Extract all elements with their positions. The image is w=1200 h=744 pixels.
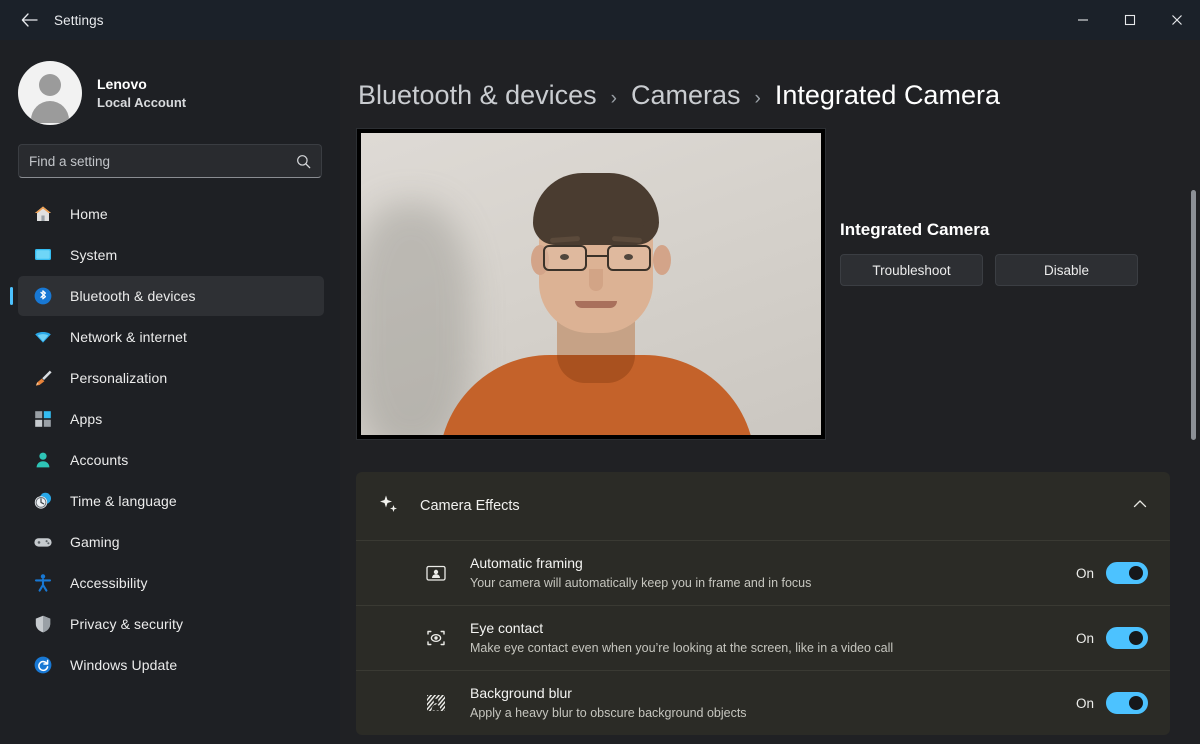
sidebar-item-label: Personalization bbox=[70, 370, 168, 386]
minimize-button[interactable] bbox=[1059, 0, 1106, 40]
sidebar-item-apps[interactable]: Apps bbox=[18, 399, 324, 439]
disable-button[interactable]: Disable bbox=[995, 254, 1138, 286]
back-arrow-icon bbox=[21, 13, 38, 27]
main-scrollbar[interactable] bbox=[1190, 190, 1196, 440]
window-body: Lenovo Local Account Find a setting Home… bbox=[0, 40, 1200, 744]
settings-window: Settings Lenovo Local Account Find a set… bbox=[0, 0, 1200, 744]
bluetooth-icon bbox=[32, 285, 54, 307]
main-content: Bluetooth & devices › Cameras › Integrat… bbox=[340, 40, 1200, 744]
sidebar-item-bluetooth-devices[interactable]: Bluetooth & devices bbox=[10, 276, 324, 316]
breadcrumb-item-cameras[interactable]: Cameras bbox=[631, 80, 741, 111]
breadcrumb: Bluetooth & devices › Cameras › Integrat… bbox=[356, 40, 1200, 111]
camera-effects-header[interactable]: Camera Effects bbox=[356, 472, 1170, 540]
accessibility-icon bbox=[32, 572, 54, 594]
chevron-right-icon: › bbox=[610, 88, 617, 109]
setting-row-eye-contact: Eye contact Make eye contact even when y… bbox=[356, 605, 1170, 670]
setting-row-background-blur: Background blur Apply a heavy blur to ob… bbox=[356, 670, 1170, 735]
automatic-framing-icon bbox=[424, 561, 448, 585]
sidebar-item-accessibility[interactable]: Accessibility bbox=[18, 563, 324, 603]
sidebar-item-time-language[interactable]: Time & language bbox=[18, 481, 324, 521]
brush-icon bbox=[32, 367, 54, 389]
minimize-icon bbox=[1077, 19, 1088, 21]
search-box[interactable] bbox=[18, 144, 322, 178]
automatic-framing-toggle[interactable] bbox=[1106, 562, 1148, 584]
sidebar-item-accounts[interactable]: Accounts bbox=[18, 440, 324, 480]
avatar bbox=[18, 61, 82, 125]
title-bar: Settings bbox=[0, 0, 1200, 40]
apps-icon bbox=[32, 408, 54, 430]
setting-row-automatic-framing: Automatic framing Your camera will autom… bbox=[356, 540, 1170, 605]
account-block[interactable]: Lenovo Local Account bbox=[0, 54, 340, 128]
close-icon bbox=[1171, 15, 1182, 25]
chevron-up-icon[interactable] bbox=[1132, 496, 1148, 517]
chevron-right-icon: › bbox=[754, 88, 761, 109]
close-button[interactable] bbox=[1153, 0, 1200, 40]
sidebar-item-label: Apps bbox=[70, 411, 103, 427]
eye-contact-toggle[interactable] bbox=[1106, 627, 1148, 649]
sidebar-item-label: Gaming bbox=[70, 534, 120, 550]
setting-label: Eye contact bbox=[470, 619, 544, 636]
background-blur-icon bbox=[424, 691, 448, 715]
sidebar-item-privacy-security[interactable]: Privacy & security bbox=[18, 604, 324, 644]
gamepad-icon bbox=[32, 531, 54, 553]
camera-info: Integrated Camera Troubleshoot Disable bbox=[840, 128, 1138, 440]
setting-label: Automatic framing bbox=[470, 554, 583, 571]
preview-row: Integrated Camera Troubleshoot Disable bbox=[356, 128, 1200, 440]
sidebar-nav: Home System Bluetooth & devices Network … bbox=[0, 194, 340, 685]
device-name: Integrated Camera bbox=[840, 220, 990, 239]
update-icon bbox=[32, 654, 54, 676]
sidebar-item-label: Bluetooth & devices bbox=[70, 288, 196, 304]
sparkle-icon bbox=[378, 493, 400, 520]
breadcrumb-item-current: Integrated Camera bbox=[774, 80, 1000, 110]
clock-icon bbox=[32, 490, 54, 512]
account-type: Local Account bbox=[97, 94, 187, 110]
sidebar-item-windows-update[interactable]: Windows Update bbox=[18, 645, 324, 685]
toggle-state-label: On bbox=[1075, 565, 1094, 581]
accounts-icon bbox=[32, 449, 54, 471]
toggle-state-label: On bbox=[1075, 630, 1094, 646]
background-blur-toggle[interactable] bbox=[1106, 692, 1148, 714]
wifi-icon bbox=[32, 326, 54, 348]
search-icon[interactable] bbox=[296, 154, 311, 169]
setting-description: Apply a heavy blur to obscure background… bbox=[470, 705, 747, 720]
eye-contact-icon bbox=[424, 626, 448, 650]
window-title: Settings bbox=[54, 12, 104, 28]
sidebar-item-label: Accounts bbox=[70, 452, 129, 468]
maximize-button[interactable] bbox=[1106, 0, 1153, 40]
setting-label: Background blur bbox=[470, 684, 572, 701]
scrollbar-thumb[interactable] bbox=[1191, 190, 1196, 440]
breadcrumb-item-bluetooth-devices[interactable]: Bluetooth & devices bbox=[358, 80, 597, 111]
back-button[interactable] bbox=[12, 5, 46, 35]
troubleshoot-button[interactable]: Troubleshoot bbox=[840, 254, 983, 286]
search-input[interactable] bbox=[29, 153, 296, 169]
sidebar-item-label: System bbox=[70, 247, 118, 263]
window-controls bbox=[1059, 0, 1200, 40]
maximize-icon bbox=[1124, 14, 1135, 26]
sidebar-item-label: Time & language bbox=[70, 493, 177, 509]
setting-description: Make eye contact even when you’re lookin… bbox=[470, 640, 894, 655]
sidebar: Lenovo Local Account Find a setting Home… bbox=[0, 40, 340, 744]
shield-icon bbox=[32, 613, 54, 635]
sidebar-item-label: Accessibility bbox=[70, 575, 148, 591]
system-icon bbox=[32, 244, 54, 266]
device-actions: Troubleshoot Disable bbox=[840, 254, 1138, 286]
sidebar-item-label: Network & internet bbox=[70, 329, 187, 345]
camera-effects-title: Camera Effects bbox=[420, 498, 520, 514]
setting-description: Your camera will automatically keep you … bbox=[470, 575, 812, 590]
sidebar-item-system[interactable]: System bbox=[18, 235, 324, 275]
toggle-state-label: On bbox=[1075, 695, 1094, 711]
sidebar-item-network-internet[interactable]: Network & internet bbox=[18, 317, 324, 357]
camera-preview-video bbox=[356, 128, 826, 440]
sidebar-item-label: Windows Update bbox=[70, 657, 178, 673]
sidebar-item-personalization[interactable]: Personalization bbox=[18, 358, 324, 398]
camera-effects-card: Camera Effects Automatic framing Your ca… bbox=[356, 472, 1170, 735]
sidebar-item-label: Privacy & security bbox=[70, 616, 184, 632]
home-icon bbox=[32, 203, 54, 225]
sidebar-item-label: Home bbox=[70, 206, 108, 222]
sidebar-item-home[interactable]: Home bbox=[18, 194, 324, 234]
account-name: Lenovo bbox=[97, 75, 147, 92]
search-wrapper bbox=[0, 128, 340, 178]
camera-preview-scene bbox=[361, 133, 821, 435]
sidebar-item-gaming[interactable]: Gaming bbox=[18, 522, 324, 562]
